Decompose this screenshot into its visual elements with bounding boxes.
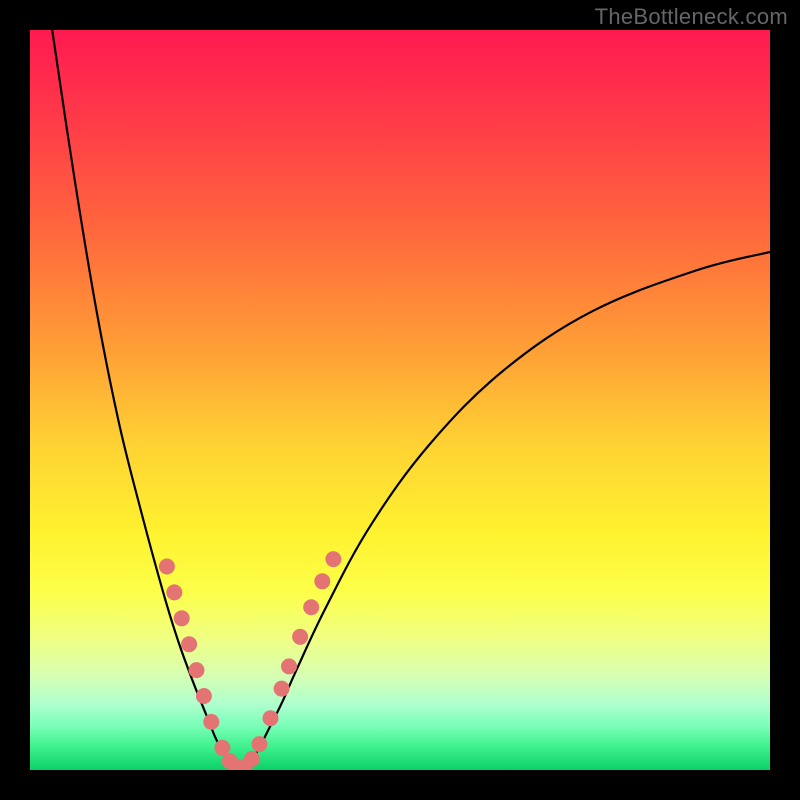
data-point bbox=[244, 751, 260, 767]
data-point bbox=[251, 736, 267, 752]
data-point bbox=[189, 662, 205, 678]
data-point bbox=[222, 753, 238, 769]
data-point bbox=[314, 573, 330, 589]
watermark-text: TheBottleneck.com bbox=[595, 4, 788, 30]
chart-svg bbox=[30, 30, 770, 770]
data-point bbox=[292, 629, 308, 645]
data-point bbox=[196, 688, 212, 704]
data-point bbox=[159, 559, 175, 575]
data-point bbox=[181, 636, 197, 652]
data-point bbox=[274, 681, 290, 697]
curve-curve-left bbox=[52, 30, 237, 770]
data-point bbox=[229, 760, 245, 770]
data-point bbox=[214, 740, 230, 756]
data-point bbox=[203, 714, 219, 730]
data-point bbox=[263, 710, 279, 726]
curve-curve-right bbox=[237, 252, 770, 770]
data-point bbox=[237, 759, 253, 770]
chart-plot-area bbox=[30, 30, 770, 770]
chart-outer-frame: TheBottleneck.com bbox=[0, 0, 800, 800]
data-point bbox=[166, 584, 182, 600]
data-point bbox=[281, 658, 297, 674]
data-point bbox=[303, 599, 319, 615]
data-point bbox=[174, 610, 190, 626]
data-point bbox=[325, 551, 341, 567]
